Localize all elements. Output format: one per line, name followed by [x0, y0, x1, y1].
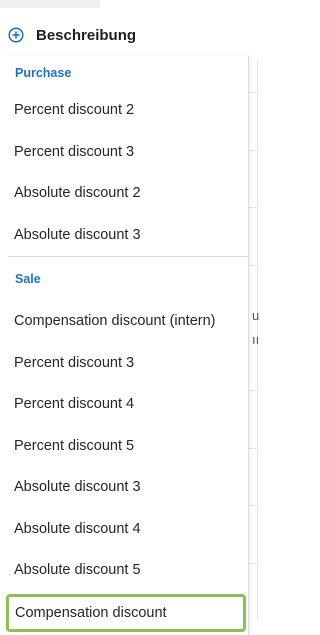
option-absolute-discount-3[interactable]: Absolute discount 3 [0, 467, 248, 509]
option-compensation-discount-intern[interactable]: Compensation discount (intern) [0, 301, 248, 343]
discount-dropdown[interactable]: Purchase Percent discount 2 Percent disc… [0, 56, 249, 635]
column-title[interactable]: Beschreibung [36, 27, 136, 44]
option-compensation-discount-selected[interactable]: Compensation discount [6, 593, 246, 632]
group-sale: Sale Compensation discount (intern) Perc… [0, 257, 248, 632]
group-purchase: Purchase Percent discount 2 Percent disc… [0, 56, 248, 256]
plus-circle-icon[interactable] [8, 27, 24, 43]
option-absolute-discount-3[interactable]: Absolute discount 3 [0, 215, 248, 257]
option-percent-discount-3[interactable]: Percent discount 3 [0, 343, 248, 385]
option-absolute-discount-2[interactable]: Absolute discount 2 [0, 173, 248, 215]
option-percent-discount-4[interactable]: Percent discount 4 [0, 384, 248, 426]
column-header: Beschreibung [0, 14, 248, 56]
option-absolute-discount-5[interactable]: Absolute discount 5 [0, 550, 248, 592]
option-percent-discount-3[interactable]: Percent discount 3 [0, 132, 248, 174]
group-header-purchase: Purchase [15, 66, 72, 80]
option-absolute-discount-4[interactable]: Absolute discount 4 [0, 509, 248, 551]
option-percent-discount-5[interactable]: Percent discount 5 [0, 426, 248, 468]
option-percent-discount-2[interactable]: Percent discount 2 [0, 90, 248, 132]
group-header-sale: Sale [15, 272, 41, 286]
